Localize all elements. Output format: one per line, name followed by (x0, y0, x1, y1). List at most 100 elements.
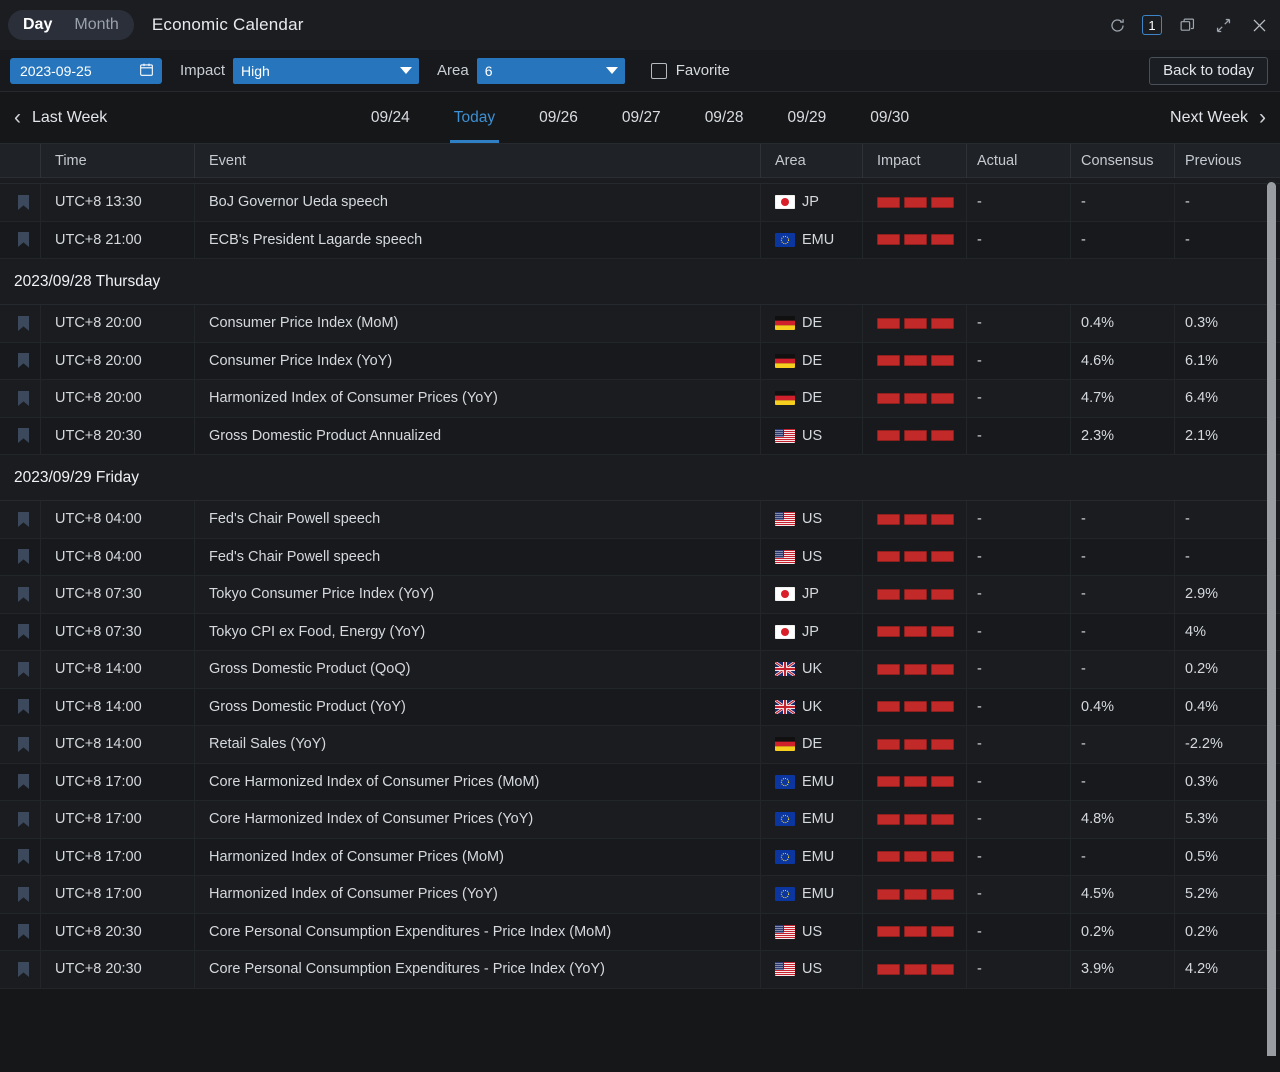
bookmark-icon[interactable] (17, 586, 30, 603)
bookmark-icon[interactable] (17, 661, 30, 678)
day-tab-09-29[interactable]: 09/29 (765, 92, 848, 143)
row-favorite-cell[interactable] (0, 613, 40, 651)
bookmark-icon[interactable] (17, 427, 30, 444)
row-event[interactable]: ECB's President Lagarde speech (194, 221, 760, 259)
table-row[interactable]: UTC+8 20:00 Consumer Price Index (YoY) DE -… (0, 342, 1280, 380)
row-event[interactable]: Gross Domestic Product (QoQ) (194, 650, 760, 688)
row-event[interactable]: Core Personal Consumption Expenditures -… (194, 913, 760, 951)
row-favorite-cell[interactable] (0, 726, 40, 764)
table-row[interactable]: UTC+8 13:30 BoJ Governor Ueda speech JP - - - (0, 183, 1280, 222)
row-event[interactable]: Core Harmonized Index of Consumer Prices… (194, 800, 760, 838)
row-event[interactable]: Gross Domestic Product Annualized (194, 417, 760, 455)
row-favorite-cell[interactable] (0, 221, 40, 259)
bookmark-icon[interactable] (17, 194, 30, 211)
row-favorite-cell[interactable] (0, 305, 40, 343)
view-mode-month[interactable]: Month (63, 14, 129, 37)
area-filter-select[interactable]: 6 (476, 57, 625, 84)
table-body[interactable]: 2023/09/25 MondayUTC+8 13:30BoJ Governor… (0, 178, 1280, 1056)
bookmark-icon[interactable] (17, 811, 30, 828)
back-to-today-button[interactable]: Back to today (1149, 56, 1268, 85)
table-row[interactable]: UTC+8 17:00 Harmonized Index of Consumer … (0, 875, 1280, 914)
day-tab-09-27[interactable]: 09/27 (600, 92, 683, 143)
last-week-button[interactable]: ‹ Last Week (0, 107, 121, 128)
maximize-icon[interactable] (1212, 14, 1234, 36)
table-row[interactable]: UTC+8 17:00 Core Harmonized Index of Cons… (0, 763, 1280, 801)
row-favorite-cell[interactable] (0, 763, 40, 801)
row-event[interactable]: Consumer Price Index (MoM) (194, 304, 760, 342)
row-favorite-cell[interactable] (0, 538, 40, 576)
row-favorite-cell[interactable] (0, 876, 40, 914)
table-row[interactable]: UTC+8 20:30 Core Personal Consumption Exp… (0, 913, 1280, 951)
row-event[interactable]: Retail Sales (YoY) (194, 725, 760, 763)
row-favorite-cell[interactable] (0, 576, 40, 614)
close-icon[interactable] (1248, 14, 1270, 36)
row-favorite-cell[interactable] (0, 501, 40, 539)
row-favorite-cell[interactable] (0, 913, 40, 951)
bookmark-icon[interactable] (17, 961, 30, 978)
table-row[interactable]: UTC+8 07:30 Tokyo Consumer Price Index (Y… (0, 575, 1280, 614)
row-favorite-cell[interactable] (0, 417, 40, 455)
table-row[interactable]: UTC+8 20:30 Gross Domestic Product Annual… (0, 417, 1280, 455)
row-favorite-cell[interactable] (0, 380, 40, 418)
view-mode-toggle[interactable]: Day Month (8, 10, 134, 40)
refresh-icon[interactable] (1106, 14, 1128, 36)
day-tab-today[interactable]: Today (432, 92, 517, 143)
row-event[interactable]: Core Personal Consumption Expenditures -… (194, 950, 760, 988)
bookmark-icon[interactable] (17, 848, 30, 865)
bookmark-icon[interactable] (17, 548, 30, 565)
bookmark-icon[interactable] (17, 698, 30, 715)
table-row[interactable]: UTC+8 07:30 Tokyo CPI ex Food, Energy (Yo… (0, 613, 1280, 651)
table-row[interactable]: UTC+8 17:00 Core Harmonized Index of Cons… (0, 800, 1280, 839)
favorite-checkbox[interactable] (650, 62, 667, 79)
bookmark-icon[interactable] (17, 231, 30, 248)
table-row[interactable]: UTC+8 04:00 Fed's Chair Powell speech US - -… (0, 500, 1280, 539)
row-event[interactable]: Fed's Chair Powell speech (194, 538, 760, 576)
row-favorite-cell[interactable] (0, 801, 40, 839)
row-favorite-cell[interactable] (0, 838, 40, 876)
date-picker[interactable]: 2023-09-25 (10, 57, 162, 84)
next-week-button[interactable]: Next Week › (1156, 107, 1280, 128)
day-tab-09-28[interactable]: 09/28 (683, 92, 766, 143)
table-row[interactable]: UTC+8 14:00 Gross Domestic Product (QoQ) U… (0, 650, 1280, 689)
row-favorite-cell[interactable] (0, 651, 40, 689)
row-favorite-cell[interactable] (0, 184, 40, 222)
day-tab-09-24[interactable]: 09/24 (349, 92, 432, 143)
table-row[interactable]: UTC+8 20:30 Core Personal Consumption Exp… (0, 950, 1280, 989)
row-event[interactable]: BoJ Governor Ueda speech (194, 183, 760, 221)
day-tab-09-26[interactable]: 09/26 (517, 92, 600, 143)
favorite-filter[interactable]: Favorite (650, 62, 730, 79)
row-event[interactable]: Core Harmonized Index of Consumer Prices… (194, 763, 760, 801)
row-event[interactable]: Harmonized Index of Consumer Prices (MoM… (194, 838, 760, 876)
impact-filter-select[interactable]: High (233, 57, 420, 84)
table-row[interactable]: UTC+8 04:00 Fed's Chair Powell speech US - -… (0, 538, 1280, 576)
table-row[interactable]: UTC+8 20:00 Harmonized Index of Consumer … (0, 379, 1280, 418)
table-row[interactable]: UTC+8 17:00 Harmonized Index of Consumer … (0, 838, 1280, 876)
view-mode-day[interactable]: Day (12, 14, 63, 37)
bookmark-icon[interactable] (17, 390, 30, 407)
row-favorite-cell[interactable] (0, 688, 40, 726)
row-event[interactable]: Tokyo Consumer Price Index (YoY) (194, 575, 760, 613)
window-count-badge[interactable]: 1 (1142, 15, 1162, 35)
bookmark-icon[interactable] (17, 315, 30, 332)
table-row[interactable]: UTC+8 14:00 Retail Sales (YoY) DE - - -2.2% (0, 725, 1280, 764)
bookmark-icon[interactable] (17, 923, 30, 940)
bookmark-icon[interactable] (17, 886, 30, 903)
table-row[interactable]: UTC+8 14:00 Gross Domestic Product (YoY) U… (0, 688, 1280, 726)
row-event[interactable]: Harmonized Index of Consumer Prices (YoY… (194, 379, 760, 417)
bookmark-icon[interactable] (17, 773, 30, 790)
row-event[interactable]: Tokyo CPI ex Food, Energy (YoY) (194, 613, 760, 651)
bookmark-icon[interactable] (17, 352, 30, 369)
row-event[interactable]: Gross Domestic Product (YoY) (194, 688, 760, 726)
day-tab-09-30[interactable]: 09/30 (848, 92, 931, 143)
row-event[interactable]: Harmonized Index of Consumer Prices (YoY… (194, 875, 760, 913)
row-favorite-cell[interactable] (0, 951, 40, 989)
row-favorite-cell[interactable] (0, 342, 40, 380)
bookmark-icon[interactable] (17, 736, 30, 753)
bookmark-icon[interactable] (17, 623, 30, 640)
restore-window-icon[interactable] (1176, 14, 1198, 36)
row-event[interactable]: Consumer Price Index (YoY) (194, 342, 760, 380)
bookmark-icon[interactable] (17, 511, 30, 528)
scrollbar-thumb[interactable] (1267, 182, 1276, 1056)
table-row[interactable]: UTC+8 20:00 Consumer Price Index (MoM) DE -… (0, 304, 1280, 343)
table-row[interactable]: UTC+8 21:00 ECB's President Lagarde speec… (0, 221, 1280, 259)
